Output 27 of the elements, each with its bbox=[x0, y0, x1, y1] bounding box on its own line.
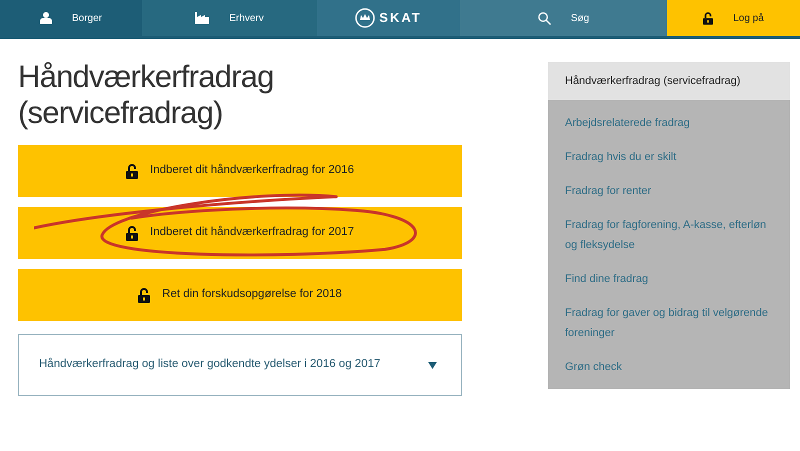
sidebar-item[interactable]: Find dine fradrag bbox=[548, 262, 790, 296]
nav-item[interactable]: Søg bbox=[460, 0, 667, 36]
page-title: Håndværkerfradrag (servicefradrag) bbox=[18, 59, 275, 131]
sidebar-item[interactable]: Fradrag for gaver og bidrag til velgørende foreninger bbox=[548, 296, 790, 350]
sidebar-item[interactable]: Arbejdsrelaterede fradrag bbox=[548, 106, 790, 140]
logo-link[interactable]: SKAT bbox=[317, 0, 460, 36]
padlock-icon bbox=[703, 12, 714, 24]
caret-down-icon bbox=[428, 362, 437, 368]
action-button[interactable]: Indberet dit håndværkerfradrag for 2016 bbox=[18, 145, 462, 197]
nav-item[interactable]: Log på bbox=[667, 0, 800, 36]
sidebar-item[interactable]: Fradrag hvis du er skilt bbox=[548, 140, 790, 174]
accordion-header[interactable]: Håndværkerfradrag og liste over godkendte ydelser i 2016 og 2017 bbox=[18, 334, 462, 396]
padlock-icon bbox=[138, 288, 150, 302]
search-icon bbox=[538, 12, 551, 24]
nav-item[interactable]: Erhverv bbox=[142, 0, 317, 36]
padlock-icon bbox=[126, 226, 138, 240]
sidebar-item[interactable]: Grøn check bbox=[548, 350, 790, 384]
sidebar-item[interactable]: Fradrag for fagforening, A-kasse, efterløn og fleksydelse bbox=[548, 208, 790, 262]
sidebar-item[interactable]: Fradrag for renter bbox=[548, 174, 790, 208]
action-button[interactable]: Indberet dit håndværkerfradrag for 2017 bbox=[18, 207, 462, 259]
sidebar-item[interactable]: Håndværkerfradrag (servicefradrag) bbox=[548, 62, 790, 100]
crown-emblem-icon bbox=[355, 8, 376, 28]
action-button[interactable]: Ret din forskudsopgørelse for 2018 bbox=[18, 269, 462, 321]
padlock-icon bbox=[126, 164, 138, 178]
nav-item[interactable]: Borger bbox=[0, 0, 142, 36]
factory-icon bbox=[195, 12, 210, 24]
person-icon bbox=[40, 12, 52, 24]
